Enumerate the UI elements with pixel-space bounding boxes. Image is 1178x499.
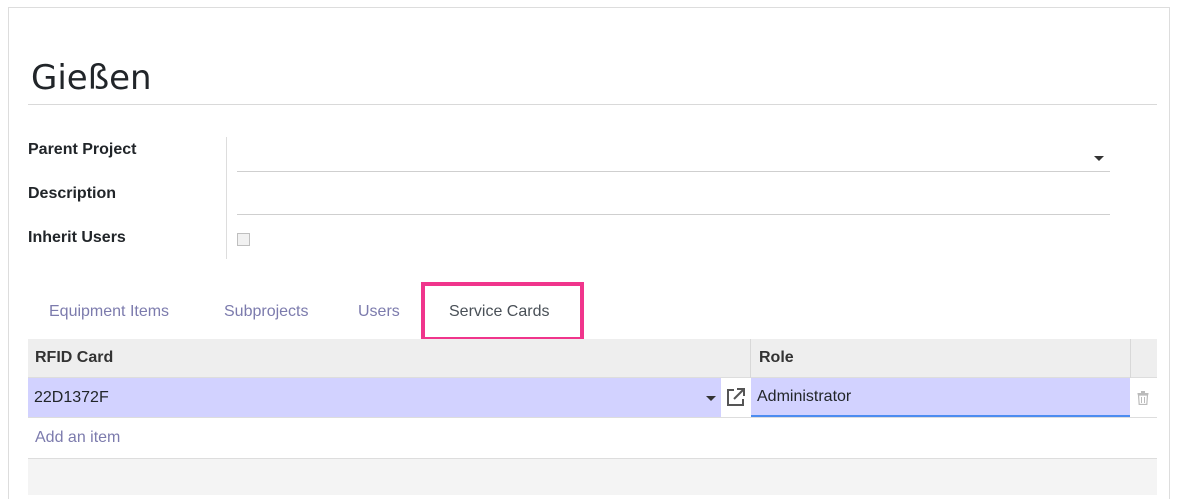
rfid-card-cell[interactable]: 22D1372F xyxy=(28,378,721,417)
role-cell[interactable]: Administrator xyxy=(751,378,1130,417)
label-column-separator xyxy=(226,137,227,259)
table-header: RFID Card Role xyxy=(28,339,1157,378)
inherit-users-label: Inherit Users xyxy=(28,229,126,246)
column-header-rfid-card[interactable]: RFID Card xyxy=(35,339,113,377)
column-separator xyxy=(750,339,751,378)
tab-subprojects[interactable]: Subprojects xyxy=(224,286,309,338)
tab-users[interactable]: Users xyxy=(358,286,400,338)
rfid-card-value: 22D1372F xyxy=(34,389,109,406)
page-title[interactable]: Gießen xyxy=(31,56,152,100)
chevron-down-icon[interactable] xyxy=(1094,156,1104,161)
description-field[interactable] xyxy=(237,184,1110,214)
column-header-role[interactable]: Role xyxy=(759,339,794,377)
chevron-down-icon[interactable] xyxy=(706,396,716,401)
description-underline xyxy=(237,214,1110,215)
trash-icon[interactable] xyxy=(1137,391,1149,405)
table-footer xyxy=(28,458,1157,495)
description-label: Description xyxy=(28,185,117,202)
title-divider xyxy=(28,104,1157,105)
table-row[interactable]: 22D1372F Administrator xyxy=(28,378,1157,418)
add-item-link[interactable]: Add an item xyxy=(35,428,120,448)
column-separator xyxy=(1130,339,1131,378)
parent-project-field[interactable] xyxy=(237,140,1110,170)
form-sheet xyxy=(8,7,1170,499)
parent-project-underline xyxy=(237,171,1110,172)
inherit-users-checkbox[interactable] xyxy=(237,233,250,246)
external-link-button[interactable] xyxy=(721,378,750,417)
external-link-icon xyxy=(727,388,745,406)
tab-equipment-items[interactable]: Equipment Items xyxy=(49,286,169,338)
tab-highlight-box xyxy=(421,282,584,341)
parent-project-label: Parent Project xyxy=(28,141,137,158)
role-value: Administrator xyxy=(757,388,852,405)
